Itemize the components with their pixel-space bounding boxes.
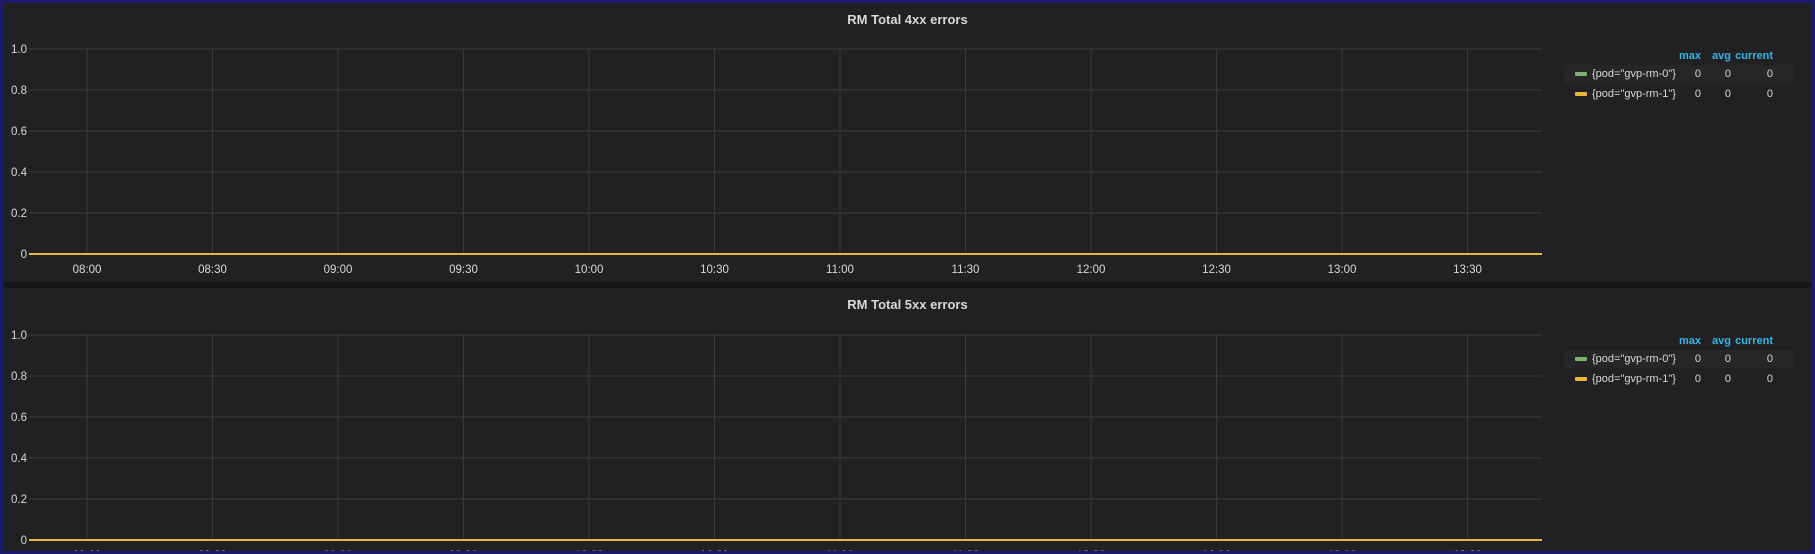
x-tick-label: 09:00 xyxy=(324,550,353,554)
y-tick-label: 0.4 xyxy=(11,453,28,465)
x-tick-label: 10:30 xyxy=(700,264,729,276)
y-tick-label: 0 xyxy=(21,249,27,261)
x-tick-label: 09:30 xyxy=(449,264,478,276)
graph-panel-5xx[interactable]: RM Total 5xx errors 1.00.80.60.40.2008:0… xyxy=(3,288,1812,554)
x-tick-label: 13:00 xyxy=(1328,550,1357,554)
legend-header: max avg current xyxy=(1564,335,1793,349)
x-tick-label: 09:30 xyxy=(449,550,478,554)
legend-value-avg: 0 xyxy=(1724,373,1731,385)
x-tick-label: 13:30 xyxy=(1453,550,1482,554)
y-tick-label: 0.6 xyxy=(11,412,27,424)
legend-value-avg: 0 xyxy=(1724,68,1731,80)
x-tick-label: 11:00 xyxy=(826,264,854,276)
y-tick-label: 1.0 xyxy=(11,330,27,342)
x-tick-label: 12:30 xyxy=(1202,264,1231,276)
x-tick-label: 08:30 xyxy=(198,550,227,554)
series-color-swatch[interactable] xyxy=(1575,92,1587,96)
legend-item-gvp-rm-0[interactable]: {pod="gvp-rm-0"} 0 0 0 xyxy=(1564,65,1793,83)
x-tick-label: 10:00 xyxy=(575,550,604,554)
legend-item-label[interactable]: {pod="gvp-rm-1"} xyxy=(1592,85,1676,103)
legend-value-max: 0 xyxy=(1694,373,1701,385)
legend-item-gvp-rm-0[interactable]: {pod="gvp-rm-0"} 0 0 0 xyxy=(1564,350,1793,368)
legend-value-max: 0 xyxy=(1694,88,1701,100)
x-tick-label: 10:30 xyxy=(700,550,729,554)
y-tick-label: 0.2 xyxy=(11,208,27,220)
legend-value-current: 0 xyxy=(1766,88,1773,100)
x-tick-label: 11:30 xyxy=(952,264,980,276)
legend-header: max avg current xyxy=(1564,50,1793,64)
legend-value-avg: 0 xyxy=(1724,353,1731,365)
series-color-swatch[interactable] xyxy=(1575,357,1587,361)
legend-header-max[interactable]: max xyxy=(1679,335,1701,347)
y-tick-label: 0 xyxy=(21,535,27,547)
x-tick-label: 12:00 xyxy=(1077,550,1106,554)
series-color-swatch[interactable] xyxy=(1575,72,1587,76)
legend-item-gvp-rm-1[interactable]: {pod="gvp-rm-1"} 0 0 0 xyxy=(1564,370,1793,388)
legend-header-current[interactable]: current xyxy=(1735,50,1773,62)
legend-item-label[interactable]: {pod="gvp-rm-0"} xyxy=(1592,65,1676,83)
graph-panel-4xx[interactable]: RM Total 4xx errors 1.0 0.8 0.6 0.4 0.2 0 08:0… xyxy=(3,3,1812,282)
legend-value-current: 0 xyxy=(1766,373,1773,385)
legend-value-avg: 0 xyxy=(1724,88,1731,100)
x-tick-label: 09:00 xyxy=(324,264,353,276)
x-tick-label: 11:00 xyxy=(826,550,854,554)
x-tick-label: 11:30 xyxy=(952,550,980,554)
x-tick-label: 08:30 xyxy=(198,264,227,276)
line-chart-4xx[interactable]: 1.0 0.8 0.6 0.4 0.2 0 08:00 08:30 09:00 09:30 10:0… xyxy=(3,3,1563,282)
line-chart-5xx[interactable]: 1.0 0.8 0.6 0.4 0.2 0 08:00 08:30 09:00 09:30 10:0… xyxy=(3,288,1563,554)
x-tick-label: 12:30 xyxy=(1202,550,1231,554)
y-tick-label: 0.8 xyxy=(11,371,27,383)
legend-header-max[interactable]: max xyxy=(1679,50,1701,62)
x-tick-label: 10:00 xyxy=(575,264,604,276)
y-tick-label: 0.8 xyxy=(11,85,27,97)
legend-item-gvp-rm-1[interactable]: {pod="gvp-rm-1"} 0 0 0 xyxy=(1564,85,1793,103)
legend-header-current[interactable]: current xyxy=(1735,335,1773,347)
legend-value-max: 0 xyxy=(1694,68,1701,80)
legend-item-label[interactable]: {pod="gvp-rm-1"} xyxy=(1592,370,1676,388)
x-tick-label: 08:00 xyxy=(73,264,102,276)
x-tick-label: 12:00 xyxy=(1077,264,1106,276)
y-tick-label: 0.4 xyxy=(11,167,28,179)
x-tick-label: 13:30 xyxy=(1453,264,1482,276)
legend-value-current: 0 xyxy=(1766,68,1773,80)
legend-value-max: 0 xyxy=(1694,353,1701,365)
x-tick-label: 13:00 xyxy=(1328,264,1357,276)
legend-value-current: 0 xyxy=(1766,353,1773,365)
y-tick-label: 0.2 xyxy=(11,494,27,506)
y-tick-label: 0.6 xyxy=(11,126,27,138)
legend-header-avg[interactable]: avg xyxy=(1712,50,1731,62)
y-tick-label: 1.0 xyxy=(11,44,27,56)
series-color-swatch[interactable] xyxy=(1575,377,1587,381)
legend-item-label[interactable]: {pod="gvp-rm-0"} xyxy=(1592,350,1676,368)
legend-header-avg[interactable]: avg xyxy=(1712,335,1731,347)
x-tick-label: 08:00 xyxy=(73,550,102,554)
